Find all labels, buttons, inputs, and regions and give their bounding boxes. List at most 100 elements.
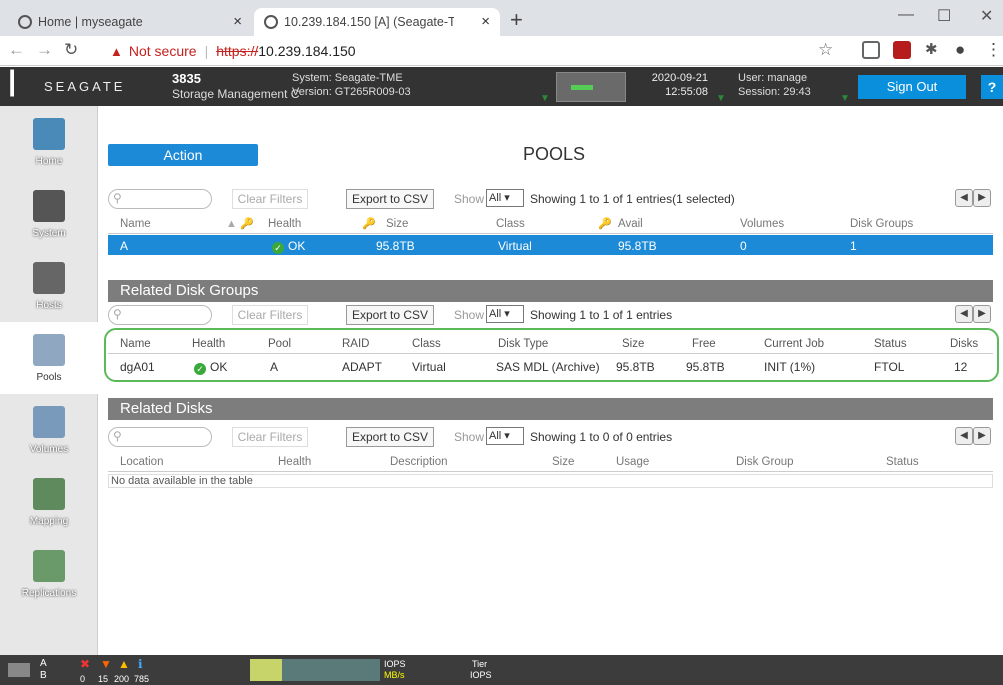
user-info[interactable]: User: manage Session: 29:43 bbox=[738, 71, 811, 99]
prev-page-icon[interactable]: ◀ bbox=[955, 427, 973, 445]
sidebar-item-hosts[interactable]: Hosts bbox=[0, 250, 98, 322]
error-icon[interactable]: ✖ bbox=[80, 657, 90, 671]
tab-current[interactable]: 10.239.184.150 [A] (Seagate-TME × bbox=[254, 8, 500, 36]
action-button[interactable]: Action bbox=[108, 144, 258, 166]
clear-filters-button[interactable]: Clear Filters bbox=[232, 305, 308, 325]
disks-search-input[interactable]: ⚲ bbox=[108, 427, 212, 447]
sidebar-item-volumes[interactable]: Volumes bbox=[0, 394, 98, 466]
prev-page-icon[interactable]: ◀ bbox=[955, 189, 973, 207]
key-icon[interactable]: 🔑 bbox=[362, 217, 376, 230]
back-icon[interactable]: ← bbox=[8, 40, 25, 60]
address-bar: ← → ↻ ▲ Not secure | https:// 10.239.184… bbox=[0, 36, 1003, 66]
maximize-button[interactable]: ☐ bbox=[937, 6, 951, 26]
col-location[interactable]: Location bbox=[120, 456, 163, 468]
url-input[interactable]: ▲ Not secure | https:// 10.239.184.150 bbox=[110, 40, 356, 62]
col-disk-type[interactable]: Disk Type bbox=[498, 338, 548, 350]
sidebar-item-mapping[interactable]: Mapping bbox=[0, 466, 98, 538]
col-size[interactable]: Size bbox=[386, 218, 408, 230]
info-icon[interactable]: ℹ bbox=[138, 657, 143, 671]
down-arrow-icon: ▼ bbox=[540, 93, 550, 104]
forward-icon[interactable]: → bbox=[36, 40, 53, 60]
export-csv-button[interactable]: Export to CSV bbox=[346, 189, 434, 209]
user: User: manage bbox=[738, 72, 808, 84]
show-select[interactable]: All ▾ bbox=[486, 427, 524, 445]
table-row[interactable]: dgA01 ✓ OK A ADAPT Virtual SAS MDL (Archi… bbox=[108, 356, 993, 376]
extension-icon[interactable] bbox=[862, 41, 880, 59]
next-page-icon[interactable]: ▶ bbox=[973, 427, 991, 445]
url-scheme: https:// bbox=[216, 43, 259, 59]
col-volumes[interactable]: Volumes bbox=[740, 218, 784, 230]
col-disk-groups[interactable]: Disk Groups bbox=[850, 218, 913, 230]
col-disk-group[interactable]: Disk Group bbox=[736, 456, 794, 468]
show-select[interactable]: All ▾ bbox=[486, 305, 524, 323]
col-disks[interactable]: Disks bbox=[950, 338, 978, 350]
help-button[interactable]: ? bbox=[981, 75, 1003, 99]
clear-filters-button[interactable]: Clear Filters bbox=[232, 189, 308, 209]
minimize-button[interactable]: — bbox=[898, 6, 914, 24]
sidebar-item-system[interactable]: System bbox=[0, 178, 98, 250]
col-size[interactable]: Size bbox=[622, 338, 644, 350]
enclosure-icon[interactable] bbox=[556, 72, 626, 102]
show-select[interactable]: All ▾ bbox=[486, 189, 524, 207]
col-health[interactable]: Health bbox=[278, 456, 311, 468]
export-csv-button[interactable]: Export to CSV bbox=[346, 427, 434, 447]
date-time[interactable]: 2020-09-21 12:55:08 bbox=[648, 71, 708, 99]
col-pool[interactable]: Pool bbox=[268, 338, 291, 350]
puzzle-extensions-icon[interactable]: ✱ bbox=[925, 40, 938, 58]
iops-label: IOPS bbox=[384, 659, 406, 669]
page-title: POOLS bbox=[523, 144, 586, 164]
pools-search-input[interactable]: ⚲ bbox=[108, 189, 212, 209]
col-status[interactable]: Status bbox=[874, 338, 907, 350]
col-description[interactable]: Description bbox=[390, 456, 448, 468]
bookmark-star-icon[interactable]: ☆ bbox=[818, 40, 833, 60]
profile-icon[interactable]: ● bbox=[955, 40, 965, 60]
new-tab-button[interactable]: + bbox=[510, 9, 523, 31]
close-tab-icon[interactable]: × bbox=[481, 13, 490, 30]
warning-icon[interactable]: ▲ bbox=[118, 657, 130, 671]
disks-toolbar: ⚲ Clear Filters Export to CSV Show All ▾… bbox=[108, 426, 993, 448]
close-tab-icon[interactable]: × bbox=[233, 13, 242, 30]
col-size[interactable]: Size bbox=[552, 456, 574, 468]
sidebar-item-replications[interactable]: Replications bbox=[0, 538, 98, 610]
critical-icon[interactable]: ▼ bbox=[100, 657, 112, 671]
sign-out-button[interactable]: Sign Out bbox=[858, 75, 966, 99]
disks-section-header: Related Disks bbox=[108, 398, 993, 420]
col-usage[interactable]: Usage bbox=[616, 456, 649, 468]
sidebar-item-label: Home bbox=[35, 156, 63, 167]
prev-page-icon[interactable]: ◀ bbox=[955, 305, 973, 323]
sidebar-item-label: System bbox=[32, 228, 66, 239]
col-class[interactable]: Class bbox=[412, 338, 441, 350]
mapping-icon bbox=[33, 478, 65, 510]
pools-icon bbox=[33, 334, 65, 366]
menu-icon[interactable]: ⋮ bbox=[985, 40, 1002, 60]
sidebar-item-home[interactable]: Home bbox=[0, 106, 98, 178]
col-health[interactable]: Health bbox=[268, 218, 301, 230]
col-current-job[interactable]: Current Job bbox=[764, 338, 824, 350]
col-name[interactable]: Name bbox=[120, 218, 151, 230]
performance-graph[interactable] bbox=[250, 659, 380, 681]
tier-iops-label: IOPS bbox=[470, 670, 492, 680]
table-row[interactable]: A ✓ OK 95.8TB Virtual 95.8TB 0 1 bbox=[108, 235, 993, 255]
tier-label: Tier bbox=[472, 659, 488, 669]
next-page-icon[interactable]: ▶ bbox=[973, 305, 991, 323]
tab-home[interactable]: Home | myseagate × bbox=[8, 8, 252, 36]
col-avail[interactable]: Avail bbox=[618, 218, 643, 230]
col-status[interactable]: Status bbox=[886, 456, 919, 468]
next-page-icon[interactable]: ▶ bbox=[973, 189, 991, 207]
col-health[interactable]: Health bbox=[192, 338, 225, 350]
close-window-button[interactable]: ✕ bbox=[980, 6, 993, 26]
enclosure-icon[interactable] bbox=[8, 663, 30, 677]
key-icon[interactable]: 🔑 bbox=[598, 217, 612, 230]
entries-info: Showing 1 to 0 of 0 entries bbox=[530, 430, 673, 444]
export-csv-button[interactable]: Export to CSV bbox=[346, 305, 434, 325]
sort-up-icon[interactable]: ▲ 🔑 bbox=[226, 217, 254, 230]
sidebar-item-pools[interactable]: Pools bbox=[0, 322, 98, 394]
reload-icon[interactable]: ↻ bbox=[64, 40, 78, 60]
col-raid[interactable]: RAID bbox=[342, 338, 369, 350]
col-free[interactable]: Free bbox=[692, 338, 716, 350]
pdf-extension-icon[interactable] bbox=[893, 41, 911, 59]
col-name[interactable]: Name bbox=[120, 338, 151, 350]
clear-filters-button[interactable]: Clear Filters bbox=[232, 427, 308, 447]
disk-groups-search-input[interactable]: ⚲ bbox=[108, 305, 212, 325]
col-class[interactable]: Class bbox=[496, 218, 525, 230]
